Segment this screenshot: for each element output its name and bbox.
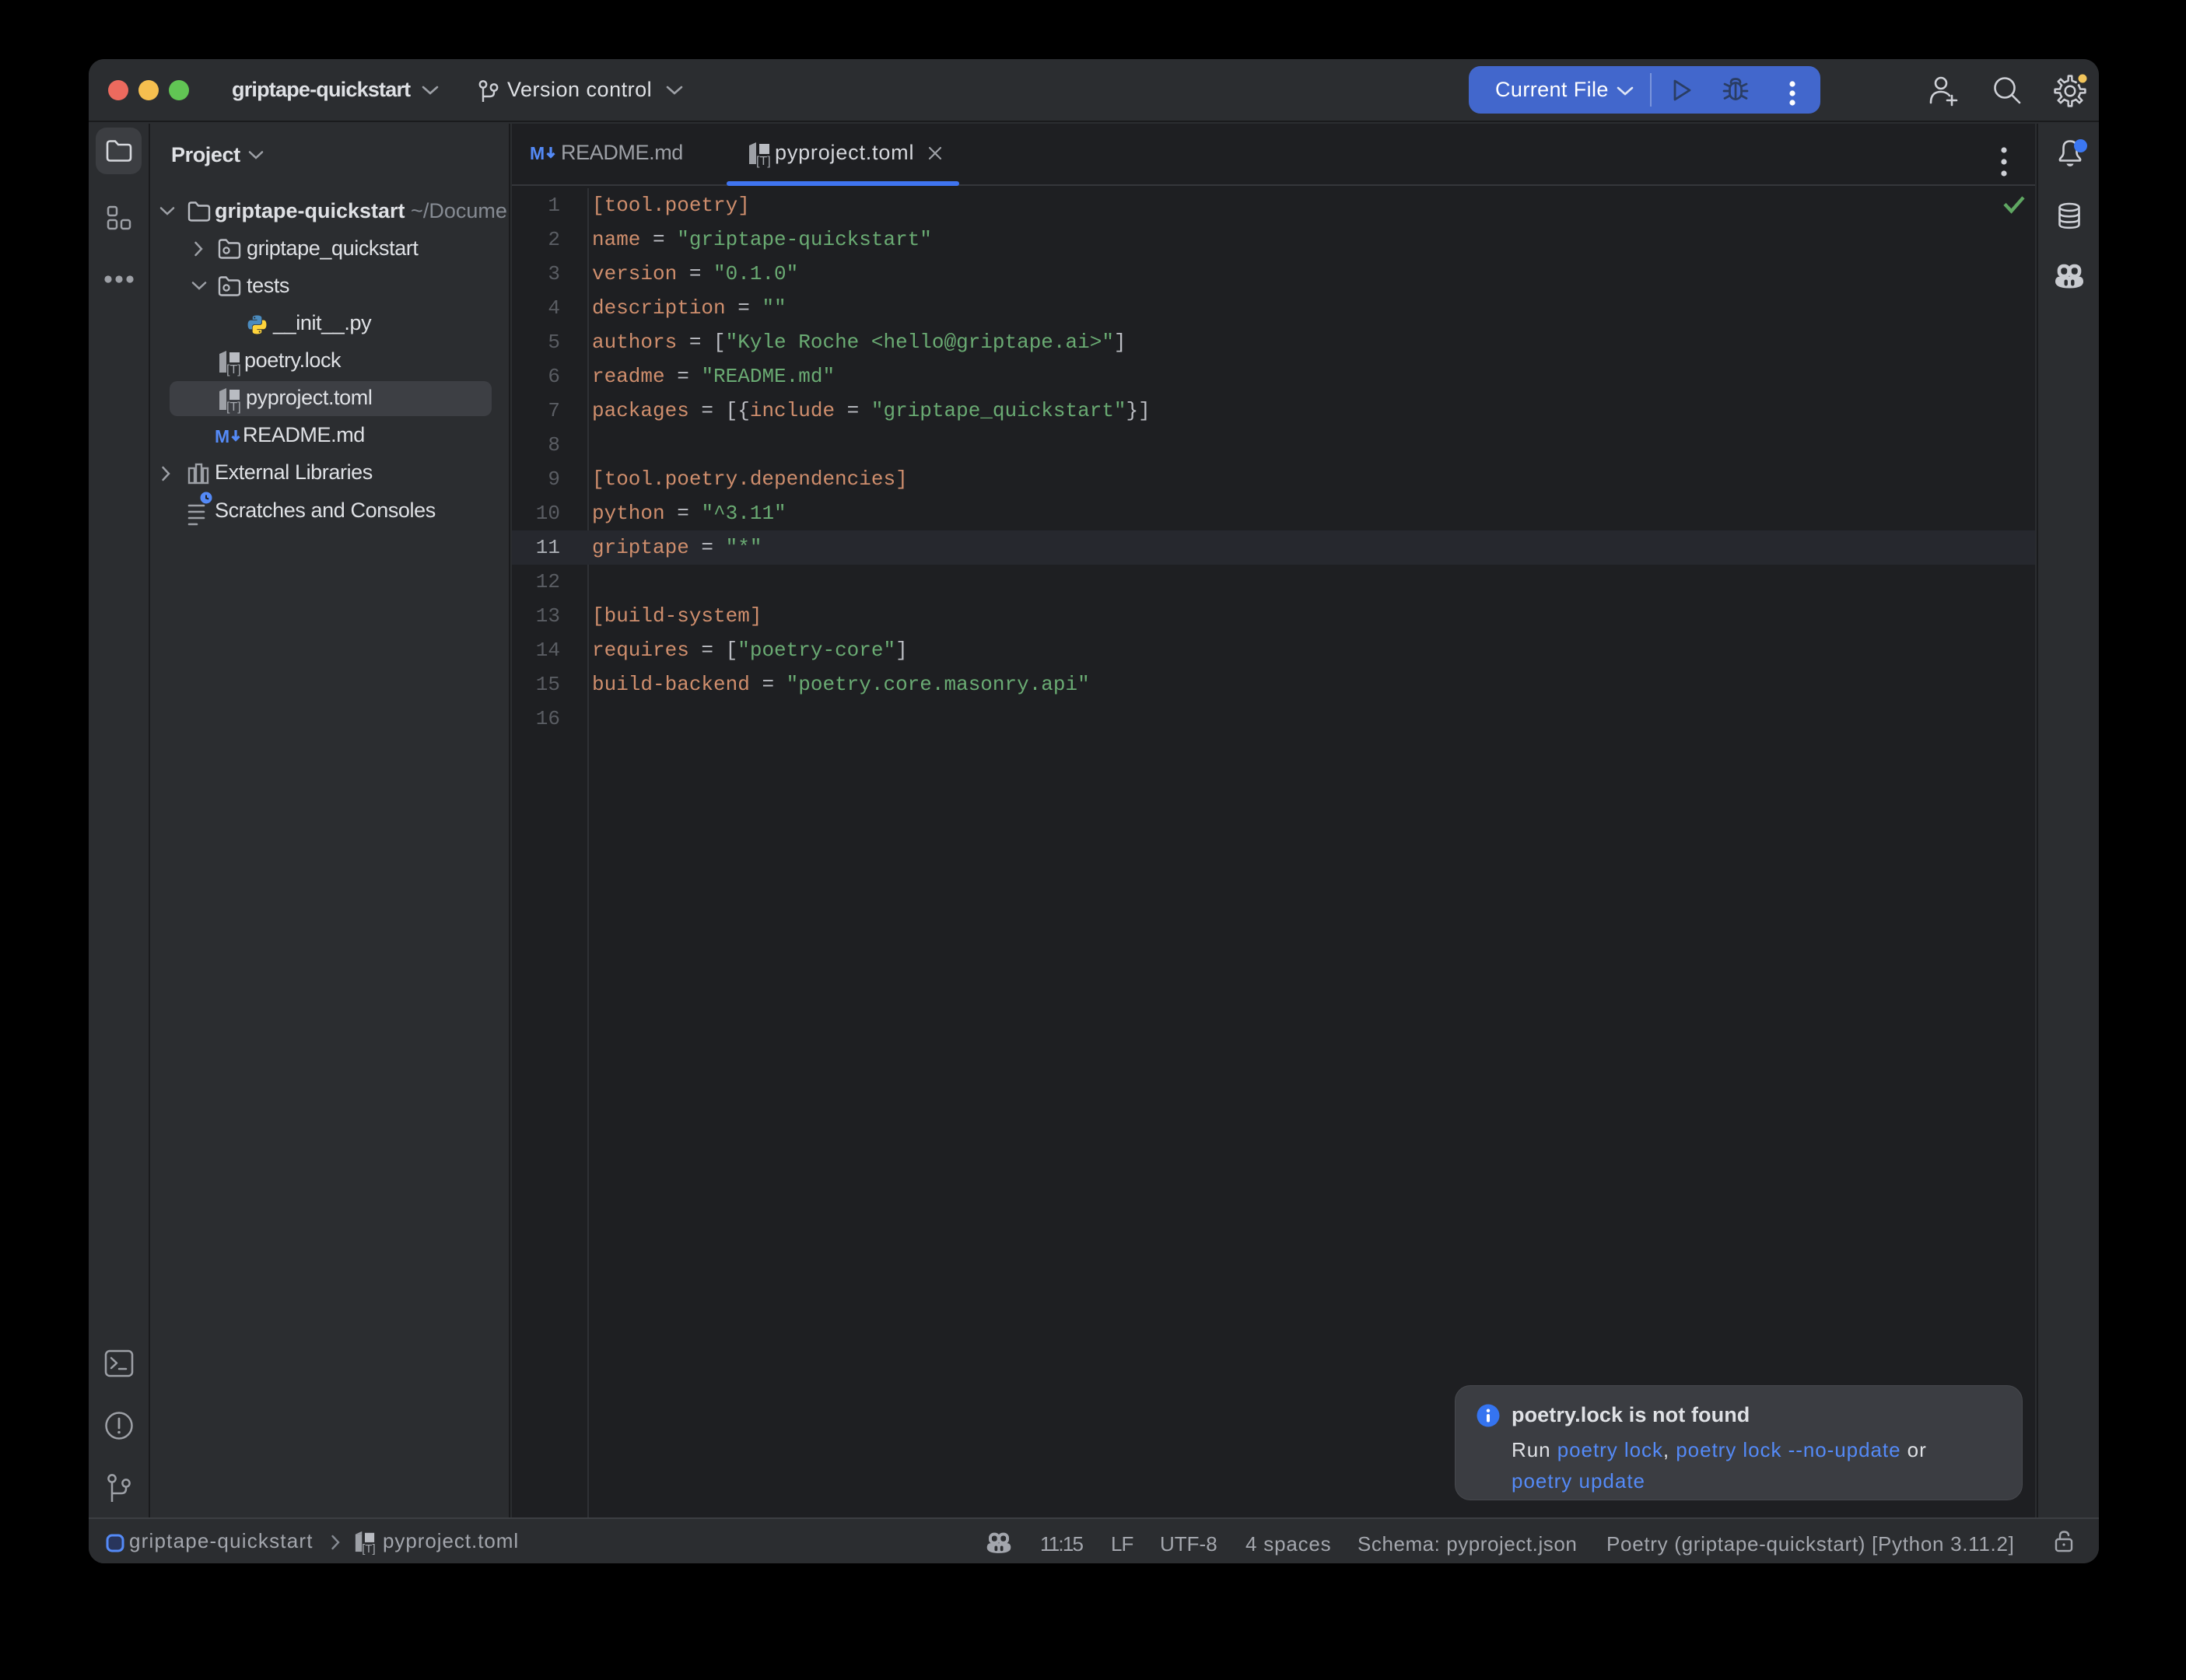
svg-text:[T]: [T] (756, 155, 771, 168)
svg-text:[T]: [T] (362, 1542, 375, 1556)
svg-text:M: M (530, 143, 545, 163)
svg-text:M: M (215, 426, 229, 446)
svg-text:[T]: [T] (226, 401, 241, 414)
svg-text:[T]: [T] (226, 363, 241, 376)
